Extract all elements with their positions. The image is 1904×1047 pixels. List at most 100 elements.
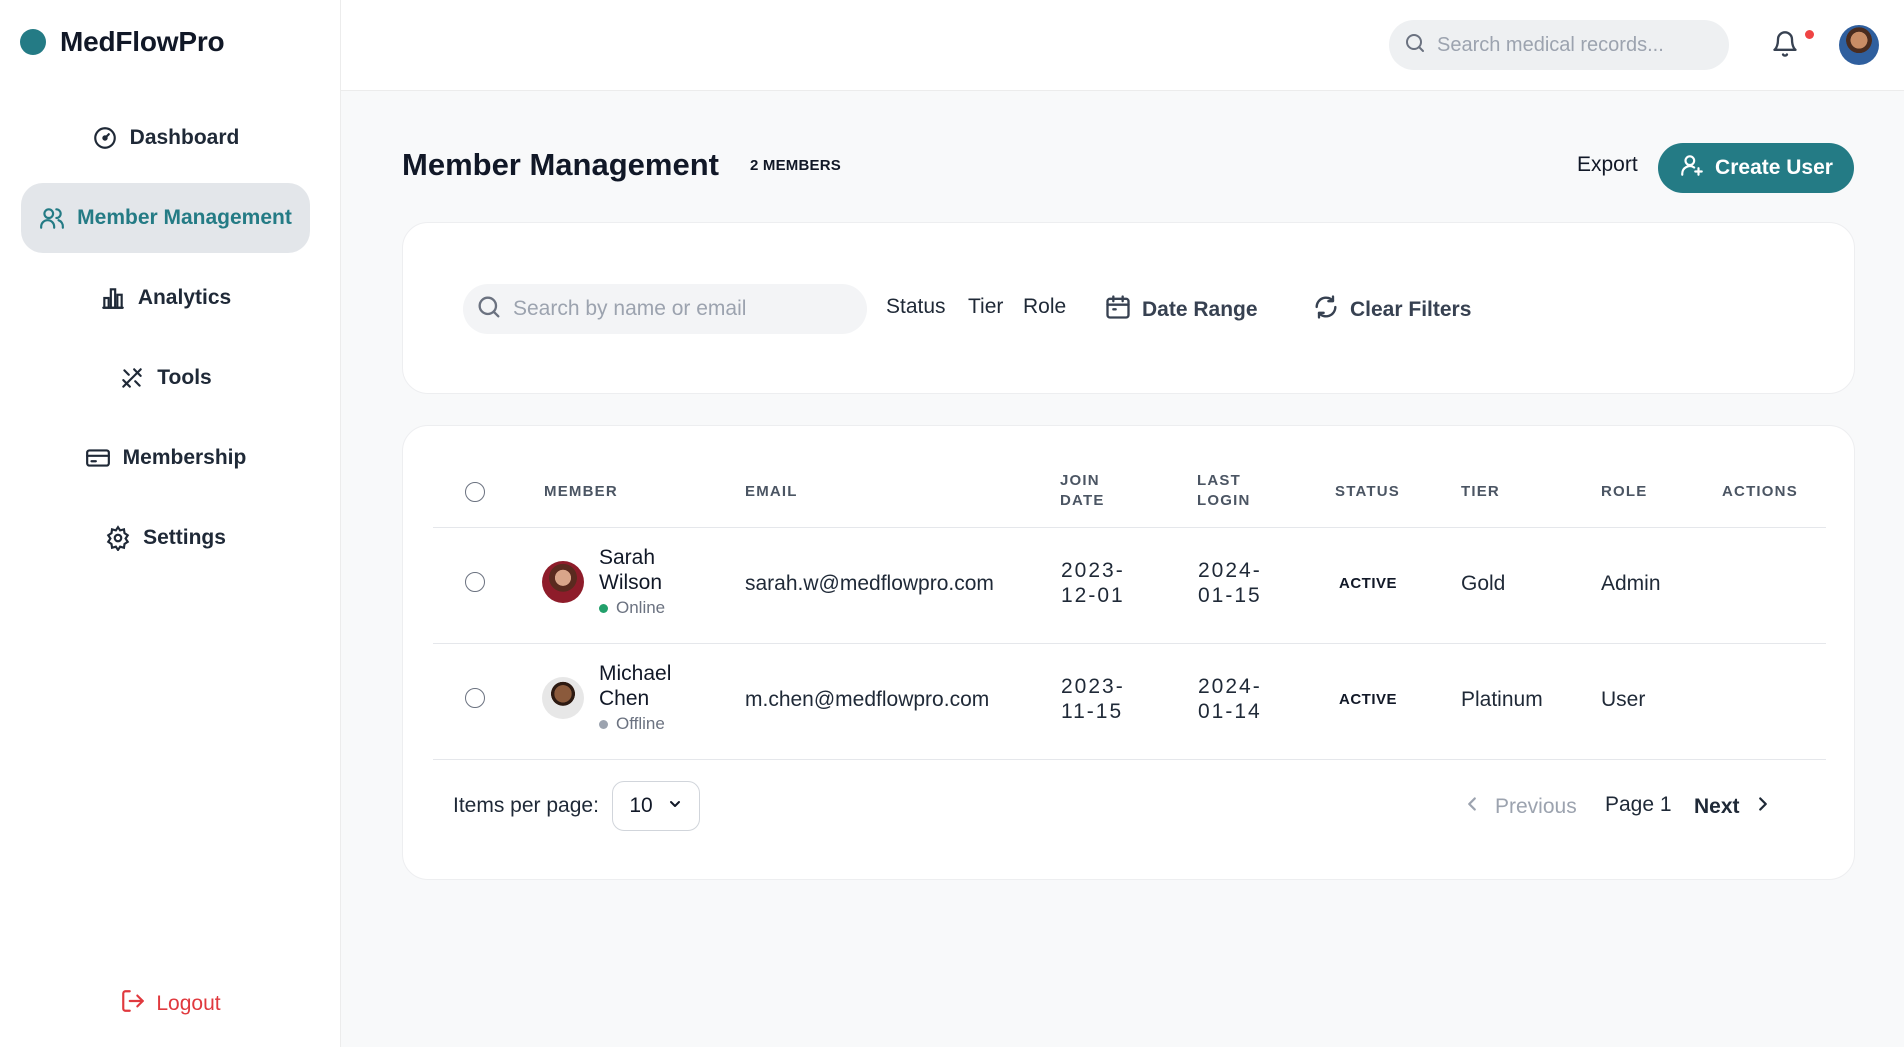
notification-dot — [1805, 30, 1814, 39]
row-select-radio[interactable] — [465, 572, 485, 592]
member-last-name: Chen — [599, 687, 650, 710]
table-divider — [433, 759, 1826, 760]
brand-logo-icon — [20, 29, 46, 55]
role-filter[interactable]: Role — [1023, 295, 1066, 319]
column-header-login-line2: LOGIN — [1197, 492, 1251, 509]
member-last-name: Wilson — [599, 571, 663, 594]
calendar-icon — [1104, 293, 1132, 327]
presence-label: Offline — [616, 714, 665, 733]
chevron-right-icon — [1752, 793, 1774, 821]
tier-filter[interactable]: Tier — [968, 295, 1003, 319]
sidebar: MedFlowPro Dashboard Member Management A… — [0, 0, 341, 1047]
column-header-tier[interactable]: TIER — [1461, 482, 1500, 502]
sidebar-item-analytics[interactable]: Analytics — [21, 263, 310, 333]
member-first-name: Sarah — [599, 546, 656, 569]
top-bar — [341, 0, 1904, 91]
sidebar-item-label: Tools — [157, 366, 212, 389]
select-all-radio[interactable] — [465, 482, 485, 502]
avatar — [542, 561, 584, 603]
next-page-button[interactable]: Next — [1694, 793, 1774, 821]
presence-status: Offline — [599, 714, 665, 734]
search-icon — [1403, 31, 1427, 60]
clear-filters-button[interactable]: Clear Filters — [1312, 293, 1471, 327]
member-search-input[interactable] — [513, 297, 853, 321]
last-login: 2024- 01-15 — [1198, 558, 1288, 608]
join-date: 2023- 12-01 — [1061, 558, 1151, 608]
column-header-join-date[interactable]: JOIN DATE — [1060, 471, 1105, 511]
notification-bell-icon[interactable] — [1771, 30, 1801, 60]
gauge-icon — [92, 125, 118, 151]
member-search[interactable] — [463, 284, 867, 334]
sidebar-item-member-management[interactable]: Member Management — [21, 183, 310, 253]
member-count-badge: 2 MEMBERS — [750, 157, 841, 174]
sidebar-nav: Dashboard Member Management Analytics To… — [21, 103, 310, 583]
column-header-email[interactable]: EMAIL — [745, 482, 798, 502]
join-date-line1: 2023- — [1061, 675, 1125, 698]
create-user-button[interactable]: Create User — [1658, 143, 1854, 193]
last-login-line2: 01-15 — [1198, 584, 1262, 607]
join-date-line1: 2023- — [1061, 559, 1125, 582]
sidebar-item-membership[interactable]: Membership — [21, 423, 310, 493]
logout-button[interactable]: Logout — [0, 988, 341, 1020]
global-search[interactable] — [1389, 20, 1729, 70]
member-email: sarah.w@medflowpro.com — [745, 572, 994, 595]
members-table-card: MEMBER EMAIL JOIN DATE LAST LOGIN STATUS… — [402, 425, 1855, 880]
last-login: 2024- 01-14 — [1198, 674, 1288, 724]
date-range-label: Date Range — [1142, 298, 1258, 321]
join-date-line2: 12-01 — [1061, 584, 1125, 607]
sidebar-item-settings[interactable]: Settings — [21, 503, 310, 573]
items-per-page-select[interactable]: 10 — [612, 781, 700, 831]
next-label: Next — [1694, 795, 1740, 818]
sidebar-item-dashboard[interactable]: Dashboard — [21, 103, 310, 173]
online-dot-icon — [599, 603, 608, 613]
member-tier: Gold — [1461, 572, 1506, 595]
member-name[interactable]: Sarah Wilson — [599, 545, 662, 595]
member-email: m.chen@medflowpro.com — [745, 688, 990, 711]
user-avatar[interactable] — [1839, 25, 1879, 65]
filters-card: Status Tier Role Date Range Clear Filter… — [402, 222, 1855, 394]
gear-icon — [105, 525, 131, 551]
previous-page-button[interactable]: Previous — [1461, 793, 1577, 821]
export-button[interactable]: Export — [1577, 153, 1638, 177]
status-badge: ACTIVE — [1339, 691, 1398, 708]
member-tier: Platinum — [1461, 688, 1543, 711]
table-divider — [433, 527, 1826, 528]
user-plus-icon — [1679, 152, 1705, 184]
join-date-line2: 11-15 — [1061, 700, 1124, 723]
sidebar-item-label: Member Management — [77, 206, 292, 229]
column-header-member[interactable]: MEMBER — [544, 482, 618, 502]
column-header-last-login[interactable]: LAST LOGIN — [1197, 471, 1251, 511]
member-name[interactable]: Michael Chen — [599, 661, 671, 711]
page-title: Member Management — [402, 147, 719, 182]
sidebar-item-label: Analytics — [137, 286, 232, 309]
member-role: Admin — [1601, 572, 1661, 595]
search-icon — [475, 293, 503, 326]
sidebar-item-tools[interactable]: Tools — [21, 343, 310, 413]
create-user-label: Create User — [1715, 156, 1833, 179]
sidebar-item-label: Settings — [143, 526, 226, 549]
presence-label: Online — [616, 598, 666, 617]
global-search-input[interactable] — [1437, 33, 1707, 57]
sidebar-item-label: Dashboard — [129, 126, 240, 149]
card-icon — [85, 445, 111, 471]
column-header-join-line2: DATE — [1060, 492, 1105, 509]
column-header-status[interactable]: STATUS — [1335, 482, 1400, 502]
column-header-role[interactable]: ROLE — [1601, 482, 1647, 502]
logout-icon — [120, 988, 146, 1020]
clear-filters-label: Clear Filters — [1350, 298, 1472, 321]
row-select-radio[interactable] — [465, 688, 485, 708]
member-first-name: Michael — [599, 662, 672, 685]
brand[interactable]: MedFlowPro — [20, 26, 225, 58]
join-date: 2023- 11-15 — [1061, 674, 1151, 724]
status-filter[interactable]: Status — [886, 295, 946, 319]
member-role: User — [1601, 688, 1646, 711]
chevron-left-icon — [1461, 793, 1483, 821]
previous-label: Previous — [1495, 795, 1577, 818]
date-range-filter[interactable]: Date Range — [1104, 293, 1258, 327]
column-header-actions: ACTIONS — [1722, 483, 1798, 500]
bar-chart-icon — [100, 285, 126, 311]
status-badge: ACTIVE — [1339, 575, 1398, 592]
refresh-icon — [1312, 293, 1340, 327]
chevron-down-icon — [667, 794, 683, 818]
avatar — [542, 677, 584, 719]
